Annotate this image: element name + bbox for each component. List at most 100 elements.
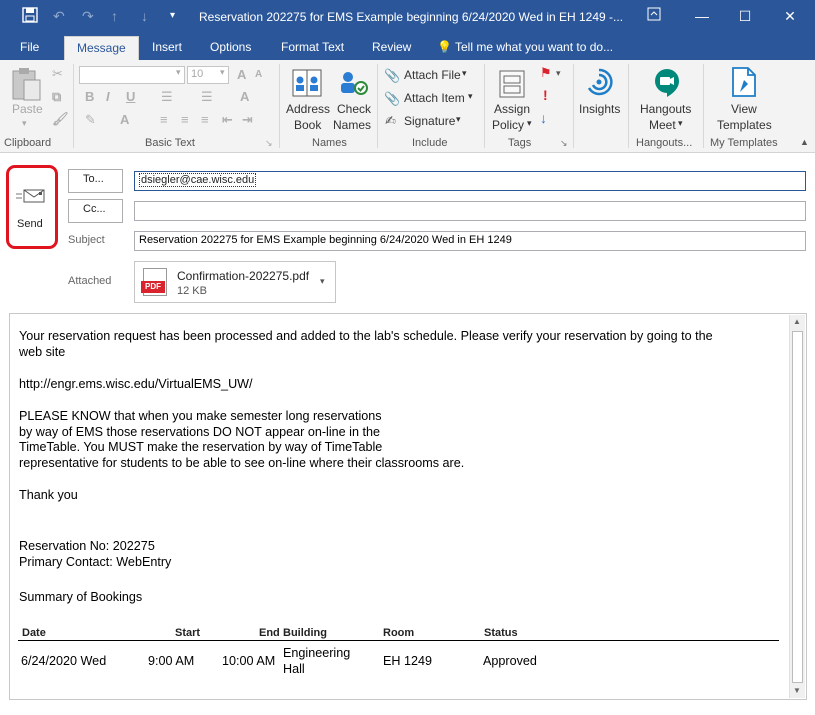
attach-file-button[interactable]: Attach File bbox=[404, 68, 461, 82]
decrease-indent-icon[interactable]: ⇤ bbox=[222, 112, 233, 128]
attachment-chip[interactable]: PDF Confirmation-202275.pdf 12 KB ▾ bbox=[134, 261, 336, 303]
view-templates-label-line2[interactable]: Templates bbox=[717, 118, 772, 132]
attach-item-button[interactable]: Attach Item bbox=[404, 91, 465, 105]
vertical-scrollbar[interactable]: ▲ ▼ bbox=[789, 315, 805, 698]
customize-toolbar-icon[interactable]: ▾ bbox=[170, 7, 175, 25]
tab-options[interactable]: Options bbox=[210, 40, 251, 54]
low-importance-icon[interactable]: ↓ bbox=[540, 110, 547, 126]
window-title: Reservation 202275 for EMS Example begin… bbox=[199, 10, 624, 24]
align-left-icon[interactable]: ≡ bbox=[160, 112, 168, 127]
row-end: 10:00 AM bbox=[222, 654, 276, 668]
font-size-dropdown-icon[interactable]: ▾ bbox=[220, 67, 225, 78]
check-names-icon[interactable] bbox=[337, 68, 369, 101]
hangouts-meet-dropdown-icon[interactable]: ▾ bbox=[678, 118, 683, 129]
col-header-building: Building bbox=[283, 627, 327, 639]
high-importance-icon[interactable]: ! bbox=[543, 87, 548, 103]
bullets-icon[interactable]: ☰ bbox=[161, 89, 173, 105]
send-highlight bbox=[6, 165, 58, 249]
hangouts-meet-label-line1[interactable]: Hangouts bbox=[640, 102, 691, 116]
address-book-label-line2[interactable]: Book bbox=[294, 118, 321, 132]
attached-label: Attached bbox=[68, 275, 112, 287]
font-color-icon[interactable]: A bbox=[120, 112, 129, 127]
view-templates-icon[interactable] bbox=[730, 66, 758, 101]
paste-dropdown-icon[interactable]: ▾ bbox=[22, 118, 27, 129]
tab-review[interactable]: Review bbox=[372, 40, 411, 54]
paste-icon[interactable] bbox=[10, 66, 44, 105]
flag-icon[interactable]: ⚑ bbox=[540, 65, 552, 81]
save-icon[interactable] bbox=[22, 7, 38, 27]
cut-icon[interactable]: ✂ bbox=[52, 66, 63, 82]
flag-dropdown-icon[interactable]: ▾ bbox=[556, 68, 561, 79]
group-separator bbox=[279, 64, 280, 148]
collapse-ribbon-icon[interactable]: ▲ bbox=[800, 137, 809, 147]
subject-field[interactable]: Reservation 202275 for EMS Example begin… bbox=[134, 231, 806, 251]
view-templates-label-line1[interactable]: View bbox=[731, 102, 757, 116]
clear-formatting-icon[interactable]: A bbox=[240, 89, 249, 104]
numbering-icon[interactable]: ☰ bbox=[201, 89, 213, 105]
hangouts-meet-label-line2[interactable]: Meet bbox=[649, 118, 676, 132]
shrink-font-icon[interactable]: A bbox=[255, 69, 262, 80]
minimize-icon[interactable]: — bbox=[690, 5, 714, 27]
paste-button[interactable]: Paste bbox=[12, 102, 43, 116]
tab-insert[interactable]: Insert bbox=[152, 40, 182, 54]
align-center-icon[interactable]: ≡ bbox=[181, 112, 189, 127]
insights-button[interactable]: Insights bbox=[579, 102, 620, 116]
include-group-label: Include bbox=[412, 137, 448, 149]
col-header-end: End bbox=[259, 627, 280, 639]
increase-indent-icon[interactable]: ⇥ bbox=[242, 112, 253, 128]
align-right-icon[interactable]: ≡ bbox=[201, 112, 209, 127]
signature-button[interactable]: Signature bbox=[404, 114, 455, 128]
cc-field[interactable] bbox=[134, 201, 806, 221]
scroll-up-icon[interactable]: ▲ bbox=[793, 317, 801, 326]
redo-icon[interactable]: ↷ bbox=[82, 7, 94, 25]
to-button[interactable]: To... bbox=[68, 169, 123, 193]
tab-file[interactable]: File bbox=[20, 40, 39, 54]
col-header-room: Room bbox=[383, 627, 415, 639]
attach-file-dropdown-icon[interactable]: ▾ bbox=[462, 68, 467, 79]
close-icon[interactable]: ✕ bbox=[778, 5, 802, 27]
send-button[interactable]: Send bbox=[17, 218, 43, 230]
ribbon-display-icon[interactable] bbox=[642, 5, 666, 27]
signature-dropdown-icon[interactable]: ▾ bbox=[456, 114, 461, 125]
scroll-thumb[interactable] bbox=[792, 331, 803, 683]
insights-icon[interactable] bbox=[583, 66, 615, 101]
cc-button[interactable]: Cc... bbox=[68, 199, 123, 223]
previous-item-icon[interactable]: ↑ bbox=[111, 7, 118, 25]
attachment-dropdown-icon[interactable]: ▾ bbox=[320, 276, 325, 287]
assign-policy-icon[interactable] bbox=[497, 68, 527, 103]
check-names-label-line2[interactable]: Names bbox=[333, 118, 371, 132]
underline-icon[interactable]: U bbox=[126, 89, 135, 104]
assign-policy-label-line2[interactable]: Policy bbox=[492, 118, 524, 132]
font-name-box[interactable] bbox=[79, 66, 185, 84]
address-book-icon[interactable] bbox=[291, 68, 323, 101]
tab-format-text[interactable]: Format Text bbox=[281, 40, 344, 54]
tags-launcher-icon[interactable]: ↘ bbox=[560, 138, 568, 149]
body-reservation-number: Reservation No: 202275 bbox=[19, 539, 155, 553]
message-body[interactable] bbox=[9, 313, 807, 700]
to-field[interactable]: dsiegler@cae.wisc.edu bbox=[134, 171, 806, 191]
font-name-dropdown-icon[interactable]: ▾ bbox=[176, 67, 181, 78]
italic-icon[interactable]: I bbox=[106, 89, 110, 104]
check-names-label-line1[interactable]: Check bbox=[337, 102, 371, 116]
attach-item-dropdown-icon[interactable]: ▾ bbox=[468, 91, 473, 102]
highlight-icon[interactable]: ✎ bbox=[85, 112, 96, 128]
row-date: 6/24/2020 Wed bbox=[21, 654, 107, 668]
maximize-icon[interactable]: ☐ bbox=[733, 5, 757, 27]
grow-font-icon[interactable]: A bbox=[237, 67, 246, 82]
scroll-down-icon[interactable]: ▼ bbox=[793, 686, 801, 695]
copy-icon[interactable]: ⧉ bbox=[52, 89, 61, 105]
assign-policy-label-line1[interactable]: Assign bbox=[494, 102, 530, 116]
group-separator bbox=[484, 64, 485, 148]
undo-icon[interactable]: ↶ bbox=[53, 7, 65, 25]
tell-me-search[interactable]: Tell me what you want to do... bbox=[455, 40, 613, 54]
basic-text-launcher-icon[interactable]: ↘ bbox=[265, 138, 273, 149]
tab-message[interactable]: Message bbox=[64, 36, 139, 60]
assign-policy-dropdown-icon[interactable]: ▾ bbox=[527, 118, 532, 129]
format-painter-icon[interactable]: 🖌 bbox=[52, 111, 69, 127]
hangouts-meet-icon[interactable] bbox=[652, 67, 682, 102]
bold-icon[interactable]: B bbox=[85, 89, 94, 104]
recipient-chip[interactable]: dsiegler@cae.wisc.edu bbox=[139, 173, 257, 187]
address-book-label-line1[interactable]: Address bbox=[286, 102, 330, 116]
next-item-icon[interactable]: ↓ bbox=[141, 7, 148, 25]
send-envelope-icon[interactable] bbox=[16, 188, 46, 207]
